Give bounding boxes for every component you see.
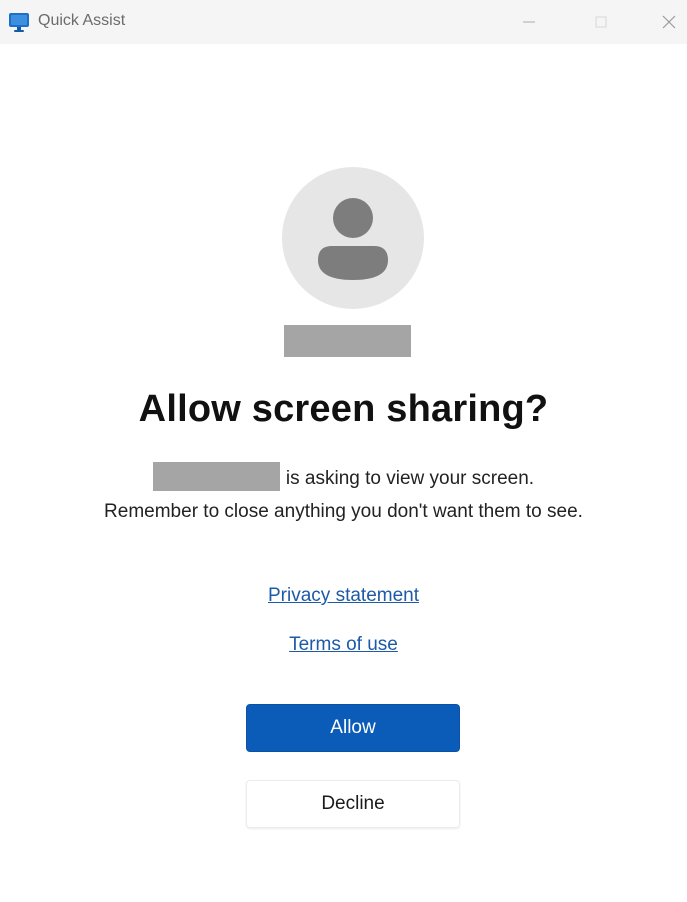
dialog-message: is asking to view your screen. Remember …: [100, 462, 587, 528]
message-rest: Remember to close anything you don't wan…: [104, 501, 583, 522]
dialog-heading: Allow screen sharing?: [138, 388, 549, 430]
close-icon: [662, 15, 675, 29]
maximize-icon: [595, 16, 607, 28]
avatar: [282, 167, 424, 309]
quick-assist-monitor-icon: [9, 13, 29, 32]
person-icon: [318, 198, 388, 280]
minimize-icon: [523, 21, 535, 23]
redacted-inline-name: [152, 462, 280, 491]
decline-button[interactable]: Decline: [246, 780, 460, 828]
maximize-button[interactable]: [578, 0, 624, 44]
quick-assist-window: Quick Assist Allow screen sharing? is as…: [0, 0, 687, 902]
message-line-1: is asking to view your screen.: [285, 468, 535, 489]
redacted-helper-name: [284, 325, 411, 357]
close-button[interactable]: [650, 0, 687, 44]
terms-of-use-link[interactable]: Terms of use: [0, 634, 687, 656]
allow-button[interactable]: Allow: [246, 704, 460, 752]
privacy-statement-link[interactable]: Privacy statement: [0, 585, 687, 607]
minimize-button[interactable]: [506, 0, 552, 44]
title-bar[interactable]: Quick Assist: [0, 0, 687, 44]
window-title: Quick Assist: [38, 12, 126, 29]
